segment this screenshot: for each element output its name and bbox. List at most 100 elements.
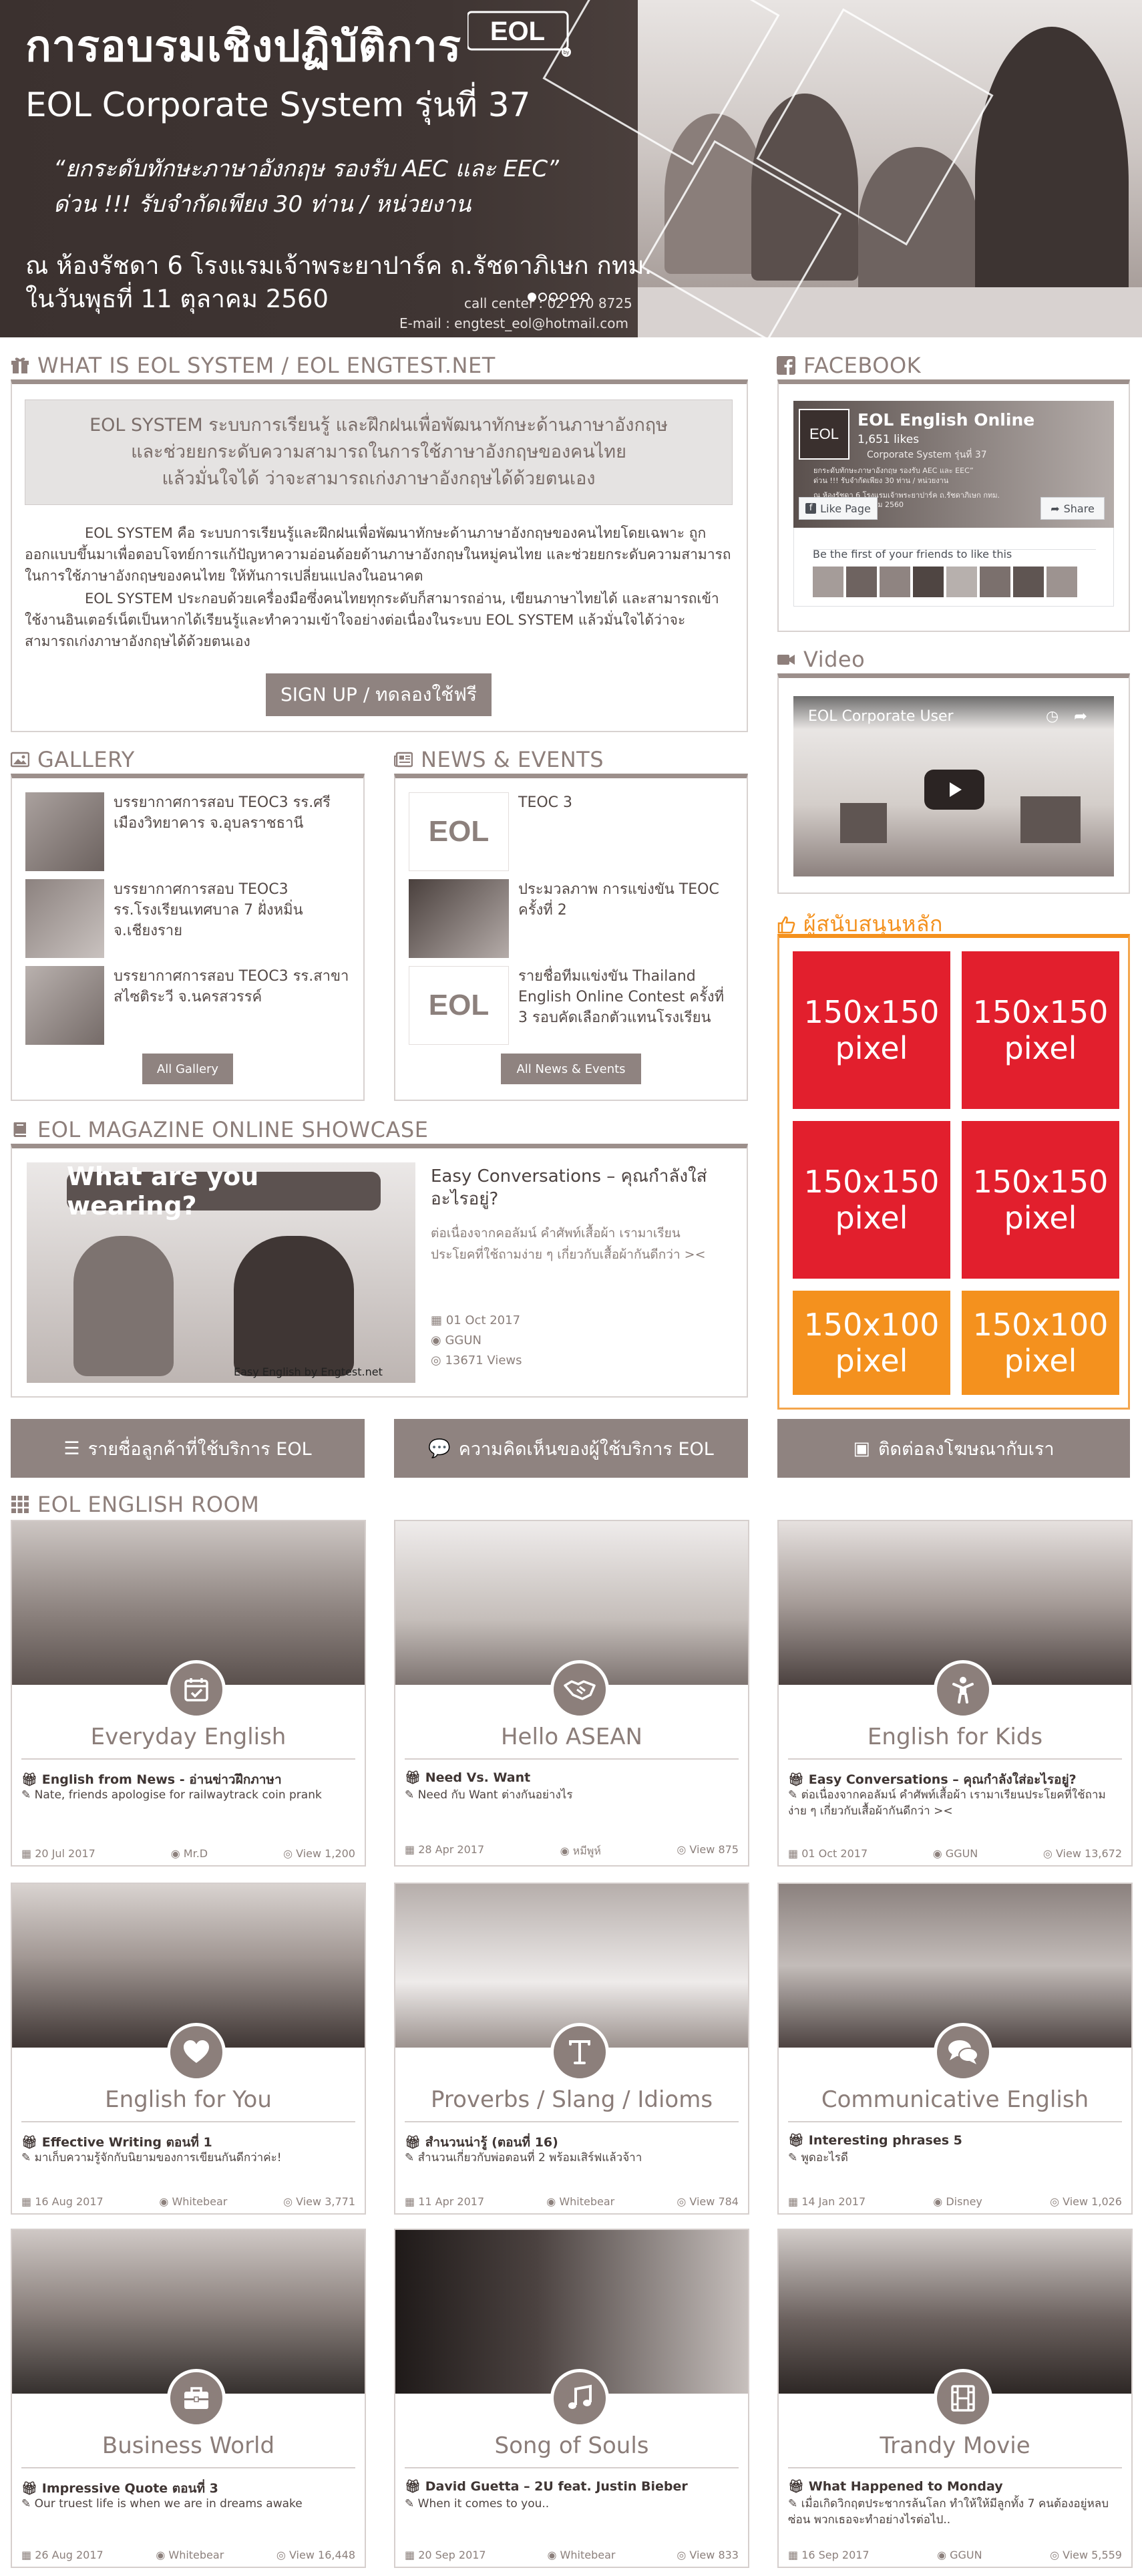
avatar[interactable]	[980, 567, 1010, 597]
card-title[interactable]: English for Kids	[779, 1724, 1131, 1750]
all-gallery-button[interactable]: All Gallery	[142, 1054, 233, 1084]
card-title[interactable]: Trandy Movie	[779, 2432, 1131, 2459]
video-title[interactable]: EOL Corporate User	[808, 708, 954, 725]
english-room-card[interactable]: English for Kids 🎁︎ Easy Conversations – …	[777, 1520, 1133, 1867]
card-article-title-text[interactable]: What Happened to Monday	[809, 2479, 1003, 2494]
gallery-thumbnail[interactable]	[25, 966, 104, 1045]
gallery-thumbnail[interactable]	[25, 879, 104, 958]
magazine-image[interactable]: What are you wearing? Easy English by En…	[27, 1162, 415, 1383]
video-player[interactable]: EOL Corporate User ◷ ➦	[793, 696, 1114, 876]
card-image[interactable]	[779, 1884, 1131, 2048]
list-item[interactable]: บรรยากาศการสอบ TEOC3 รร.โรงเรียนเทศบาล 7…	[25, 879, 353, 958]
card-title[interactable]: Business World	[12, 2432, 365, 2459]
avatar[interactable]	[1046, 567, 1077, 597]
card-title[interactable]: Communicative English	[779, 2086, 1131, 2113]
english-room-card[interactable]: Song of Souls 🎁︎ David Guetta – 2U feat. …	[394, 2229, 749, 2568]
card-image[interactable]	[395, 2230, 748, 2394]
sponsor-ad-slot[interactable]: 150x150 pixel	[793, 1121, 950, 1279]
heart-icon[interactable]	[167, 2023, 226, 2082]
slider-dot[interactable]	[549, 293, 558, 301]
gallery-thumbnail[interactable]	[25, 792, 104, 871]
handshake-icon[interactable]	[550, 1660, 609, 1719]
news-item-title[interactable]: รายชื่อทีมแข่งขัน Thailand English Onlin…	[518, 966, 736, 1045]
card-article-title[interactable]: 🎁︎ What Happened to Monday	[788, 2478, 1003, 2494]
customer-list-button[interactable]: ☰ รายชื่อลูกค้าที่ใช้บริการ EOL	[11, 1419, 365, 1478]
facebook-cover[interactable]: EOL EOL English Online 1,651 likes Corpo…	[793, 401, 1114, 528]
slider-dot[interactable]	[570, 293, 579, 301]
advertise-contact-button[interactable]: ▣ ติดต่อลงโฆษณากับเรา	[777, 1419, 1130, 1478]
slider-dot[interactable]	[560, 293, 568, 301]
sponsor-ad-slot[interactable]: 150x100 pixel	[793, 1291, 950, 1395]
avatar[interactable]	[1013, 567, 1044, 597]
card-title[interactable]: Song of Souls	[395, 2432, 748, 2459]
slider-dot[interactable]	[581, 293, 590, 301]
avatar[interactable]	[846, 567, 877, 597]
card-image[interactable]	[12, 1884, 365, 2048]
card-title[interactable]: Everyday English	[12, 1724, 365, 1750]
card-article-title-text[interactable]: English from News - อ่านข่าวฝึกภาษา	[42, 1772, 282, 1787]
card-image[interactable]	[395, 1521, 748, 1685]
english-room-card[interactable]: Everyday English 🎁︎ English from News - อ…	[11, 1520, 366, 1867]
card-article-title[interactable]: 🎁︎ David Guetta – 2U feat. Justin Bieber	[405, 2478, 688, 2494]
sponsor-ad-slot[interactable]: 150x100 pixel	[962, 1291, 1119, 1395]
english-room-card[interactable]: Hello ASEAN 🎁︎ Need Vs. Want ✎ Need กับ Wa…	[394, 1520, 749, 1867]
slider-dots[interactable]	[528, 291, 592, 304]
briefcase-icon[interactable]	[167, 2369, 226, 2428]
facebook-like-button[interactable]: f Like Page	[799, 497, 878, 520]
card-title[interactable]: Proverbs / Slang / Idioms	[395, 2086, 748, 2113]
film-icon[interactable]	[934, 2369, 992, 2428]
news-thumbnail[interactable]	[409, 879, 509, 958]
all-news-button[interactable]: All News & Events	[501, 1054, 641, 1084]
list-item[interactable]: บรรยากาศการสอบ TEOC3 รร.ศรีเมืองวิทยาคาร…	[25, 792, 353, 871]
news-thumbnail[interactable]: EOL	[409, 792, 509, 871]
sponsor-ad-slot[interactable]: 150x150 pixel	[962, 951, 1119, 1109]
chat-icon[interactable]	[934, 2023, 992, 2082]
gallery-item-title[interactable]: บรรยากาศการสอบ TEOC3 รร.โรงเรียนเทศบาล 7…	[114, 879, 353, 958]
slider-dot[interactable]	[528, 293, 536, 301]
card-image[interactable]	[12, 1521, 365, 1685]
card-article-title-text[interactable]: Effective Writing ตอนที่ 1	[42, 2135, 212, 2150]
card-image[interactable]	[395, 1884, 748, 2048]
list-item[interactable]: บรรยากาศการสอบ TEOC3 รร.สาขาสไซติระวี จ.…	[25, 966, 353, 1045]
text-icon[interactable]	[550, 2023, 609, 2082]
card-article-title-text[interactable]: Interesting phrases 5	[809, 2133, 962, 2148]
card-title[interactable]: Hello ASEAN	[395, 1724, 748, 1750]
list-item[interactable]: ประมวลภาพ การแข่งขัน TEOC ครั้งที่ 2	[409, 879, 736, 958]
share-icon[interactable]: ➦	[1074, 707, 1087, 726]
english-room-card[interactable]: English for You 🎁︎ Effective Writing ตอนท…	[11, 1883, 366, 2215]
list-item[interactable]: EOL TEOC 3	[409, 792, 736, 871]
avatar[interactable]	[913, 567, 944, 597]
card-article-title-text[interactable]: สำนวนน่ารู้ (ตอนที่ 16)	[425, 2135, 558, 2150]
slider-dot[interactable]	[538, 293, 547, 301]
card-article-title[interactable]: 🎁︎ Need Vs. Want	[405, 1770, 530, 1785]
play-button[interactable]	[924, 770, 984, 810]
child-icon[interactable]	[934, 1660, 992, 1719]
news-item-title[interactable]: ประมวลภาพ การแข่งขัน TEOC ครั้งที่ 2	[518, 879, 736, 958]
english-room-card[interactable]: Communicative English 🎁︎ Interesting phra…	[777, 1883, 1133, 2215]
card-title[interactable]: English for You	[12, 2086, 365, 2113]
gallery-item-title[interactable]: บรรยากาศการสอบ TEOC3 รร.สาขาสไซติระวี จ.…	[114, 966, 353, 1045]
magazine-title[interactable]: Easy Conversations – คุณกำลังใส่อะไรอยู่…	[431, 1165, 725, 1211]
avatar[interactable]	[946, 567, 977, 597]
list-item[interactable]: EOL รายชื่อทีมแข่งขัน Thailand English O…	[409, 966, 736, 1045]
card-article-title[interactable]: 🎁︎ Interesting phrases 5	[788, 2132, 962, 2148]
clock-icon[interactable]: ◷	[1046, 708, 1059, 725]
gallery-item-title[interactable]: บรรยากาศการสอบ TEOC3 รร.ศรีเมืองวิทยาคาร…	[114, 792, 353, 871]
card-image[interactable]	[12, 2230, 365, 2394]
hero-banner[interactable]: EOL by การอบรมเชิงปฏิบัติการ EOL Corpora…	[0, 0, 1142, 337]
signup-button[interactable]: SIGN UP / ทดลองใช้ฟรี	[266, 673, 492, 716]
news-item-title[interactable]: TEOC 3	[518, 792, 572, 871]
facebook-page-name[interactable]: EOL English Online	[858, 410, 1034, 430]
music-icon[interactable]	[550, 2369, 609, 2428]
card-article-title-text[interactable]: Need Vs. Want	[425, 1770, 530, 1785]
sponsor-ad-slot[interactable]: 150x150 pixel	[793, 951, 950, 1109]
sponsor-ad-slot[interactable]: 150x150 pixel	[962, 1121, 1119, 1279]
avatar[interactable]	[880, 567, 910, 597]
english-room-card[interactable]: Business World 🎁︎ Impressive Quote ตอนที่…	[11, 2229, 366, 2568]
card-article-title-text[interactable]: Impressive Quote ตอนที่ 3	[42, 2481, 218, 2496]
calendar-icon[interactable]	[167, 1660, 226, 1719]
avatar[interactable]	[813, 567, 843, 597]
reviews-button[interactable]: 💬 ความคิดเห็นของผู้ใช้บริการ EOL	[394, 1419, 748, 1478]
english-room-card[interactable]: Trandy Movie 🎁︎ What Happened to Monday ✎ …	[777, 2229, 1133, 2568]
english-room-card[interactable]: Proverbs / Slang / Idioms 🎁︎ สำนวนน่ารู้ …	[394, 1883, 749, 2215]
